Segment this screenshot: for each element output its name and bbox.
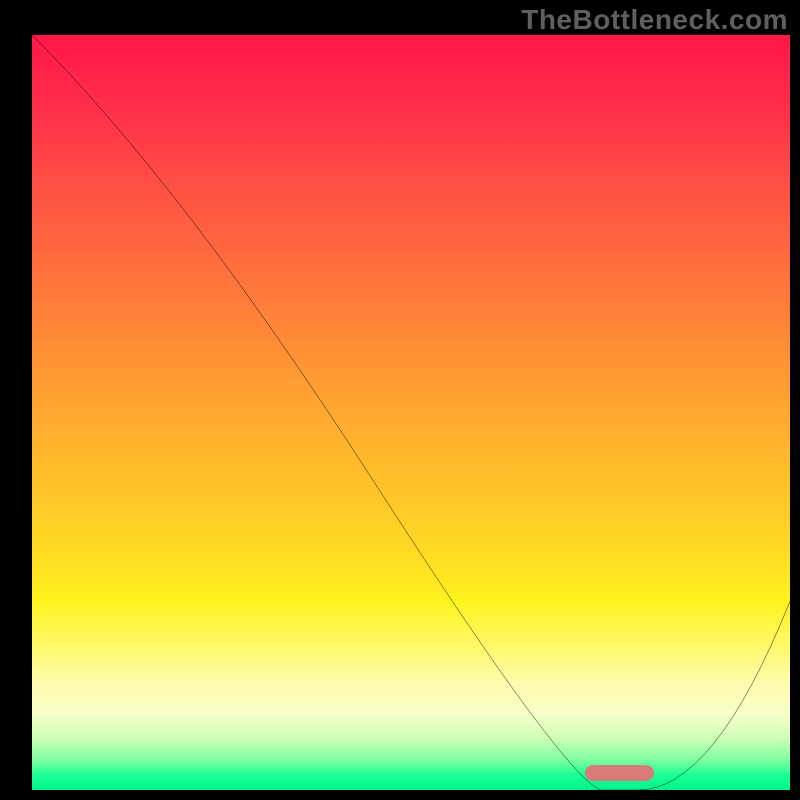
- optimal-range-marker: [585, 765, 653, 781]
- bottleneck-curve-path: [32, 35, 790, 790]
- plot-area: [32, 35, 790, 790]
- bottleneck-curve-svg: [32, 35, 790, 790]
- watermark-label: TheBottleneck.com: [521, 4, 788, 36]
- chart-container: TheBottleneck.com: [0, 0, 800, 800]
